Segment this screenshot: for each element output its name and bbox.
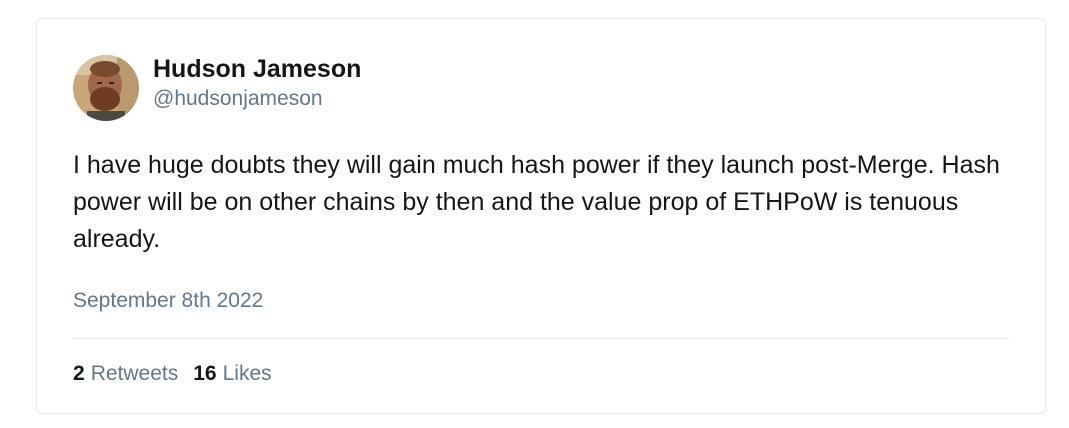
author-names: Hudson Jameson @hudsonjameson	[153, 53, 361, 113]
tweet-text: I have huge doubts they will gain much h…	[73, 151, 1000, 253]
retweets-count: 2	[73, 362, 85, 385]
likes-count: 16	[193, 362, 217, 385]
divider	[73, 338, 1009, 339]
tweet-header: Hudson Jameson @hudsonjameson	[73, 55, 361, 121]
avatar[interactable]	[73, 55, 139, 121]
likes-stat[interactable]: 16 Likes	[193, 360, 271, 388]
likes-label: Likes	[222, 362, 272, 385]
tweet-card: Hudson Jameson @hudsonjameson I have hug…	[36, 18, 1046, 414]
tweet-timestamp[interactable]: September 8th 2022	[73, 287, 263, 315]
tweet-stats: 2 Retweets 16 Likes	[73, 360, 287, 388]
display-name[interactable]: Hudson Jameson	[153, 53, 361, 85]
user-handle[interactable]: @hudsonjameson	[153, 85, 361, 113]
retweets-label: Retweets	[90, 362, 179, 385]
retweets-stat[interactable]: 2 Retweets	[73, 360, 178, 388]
